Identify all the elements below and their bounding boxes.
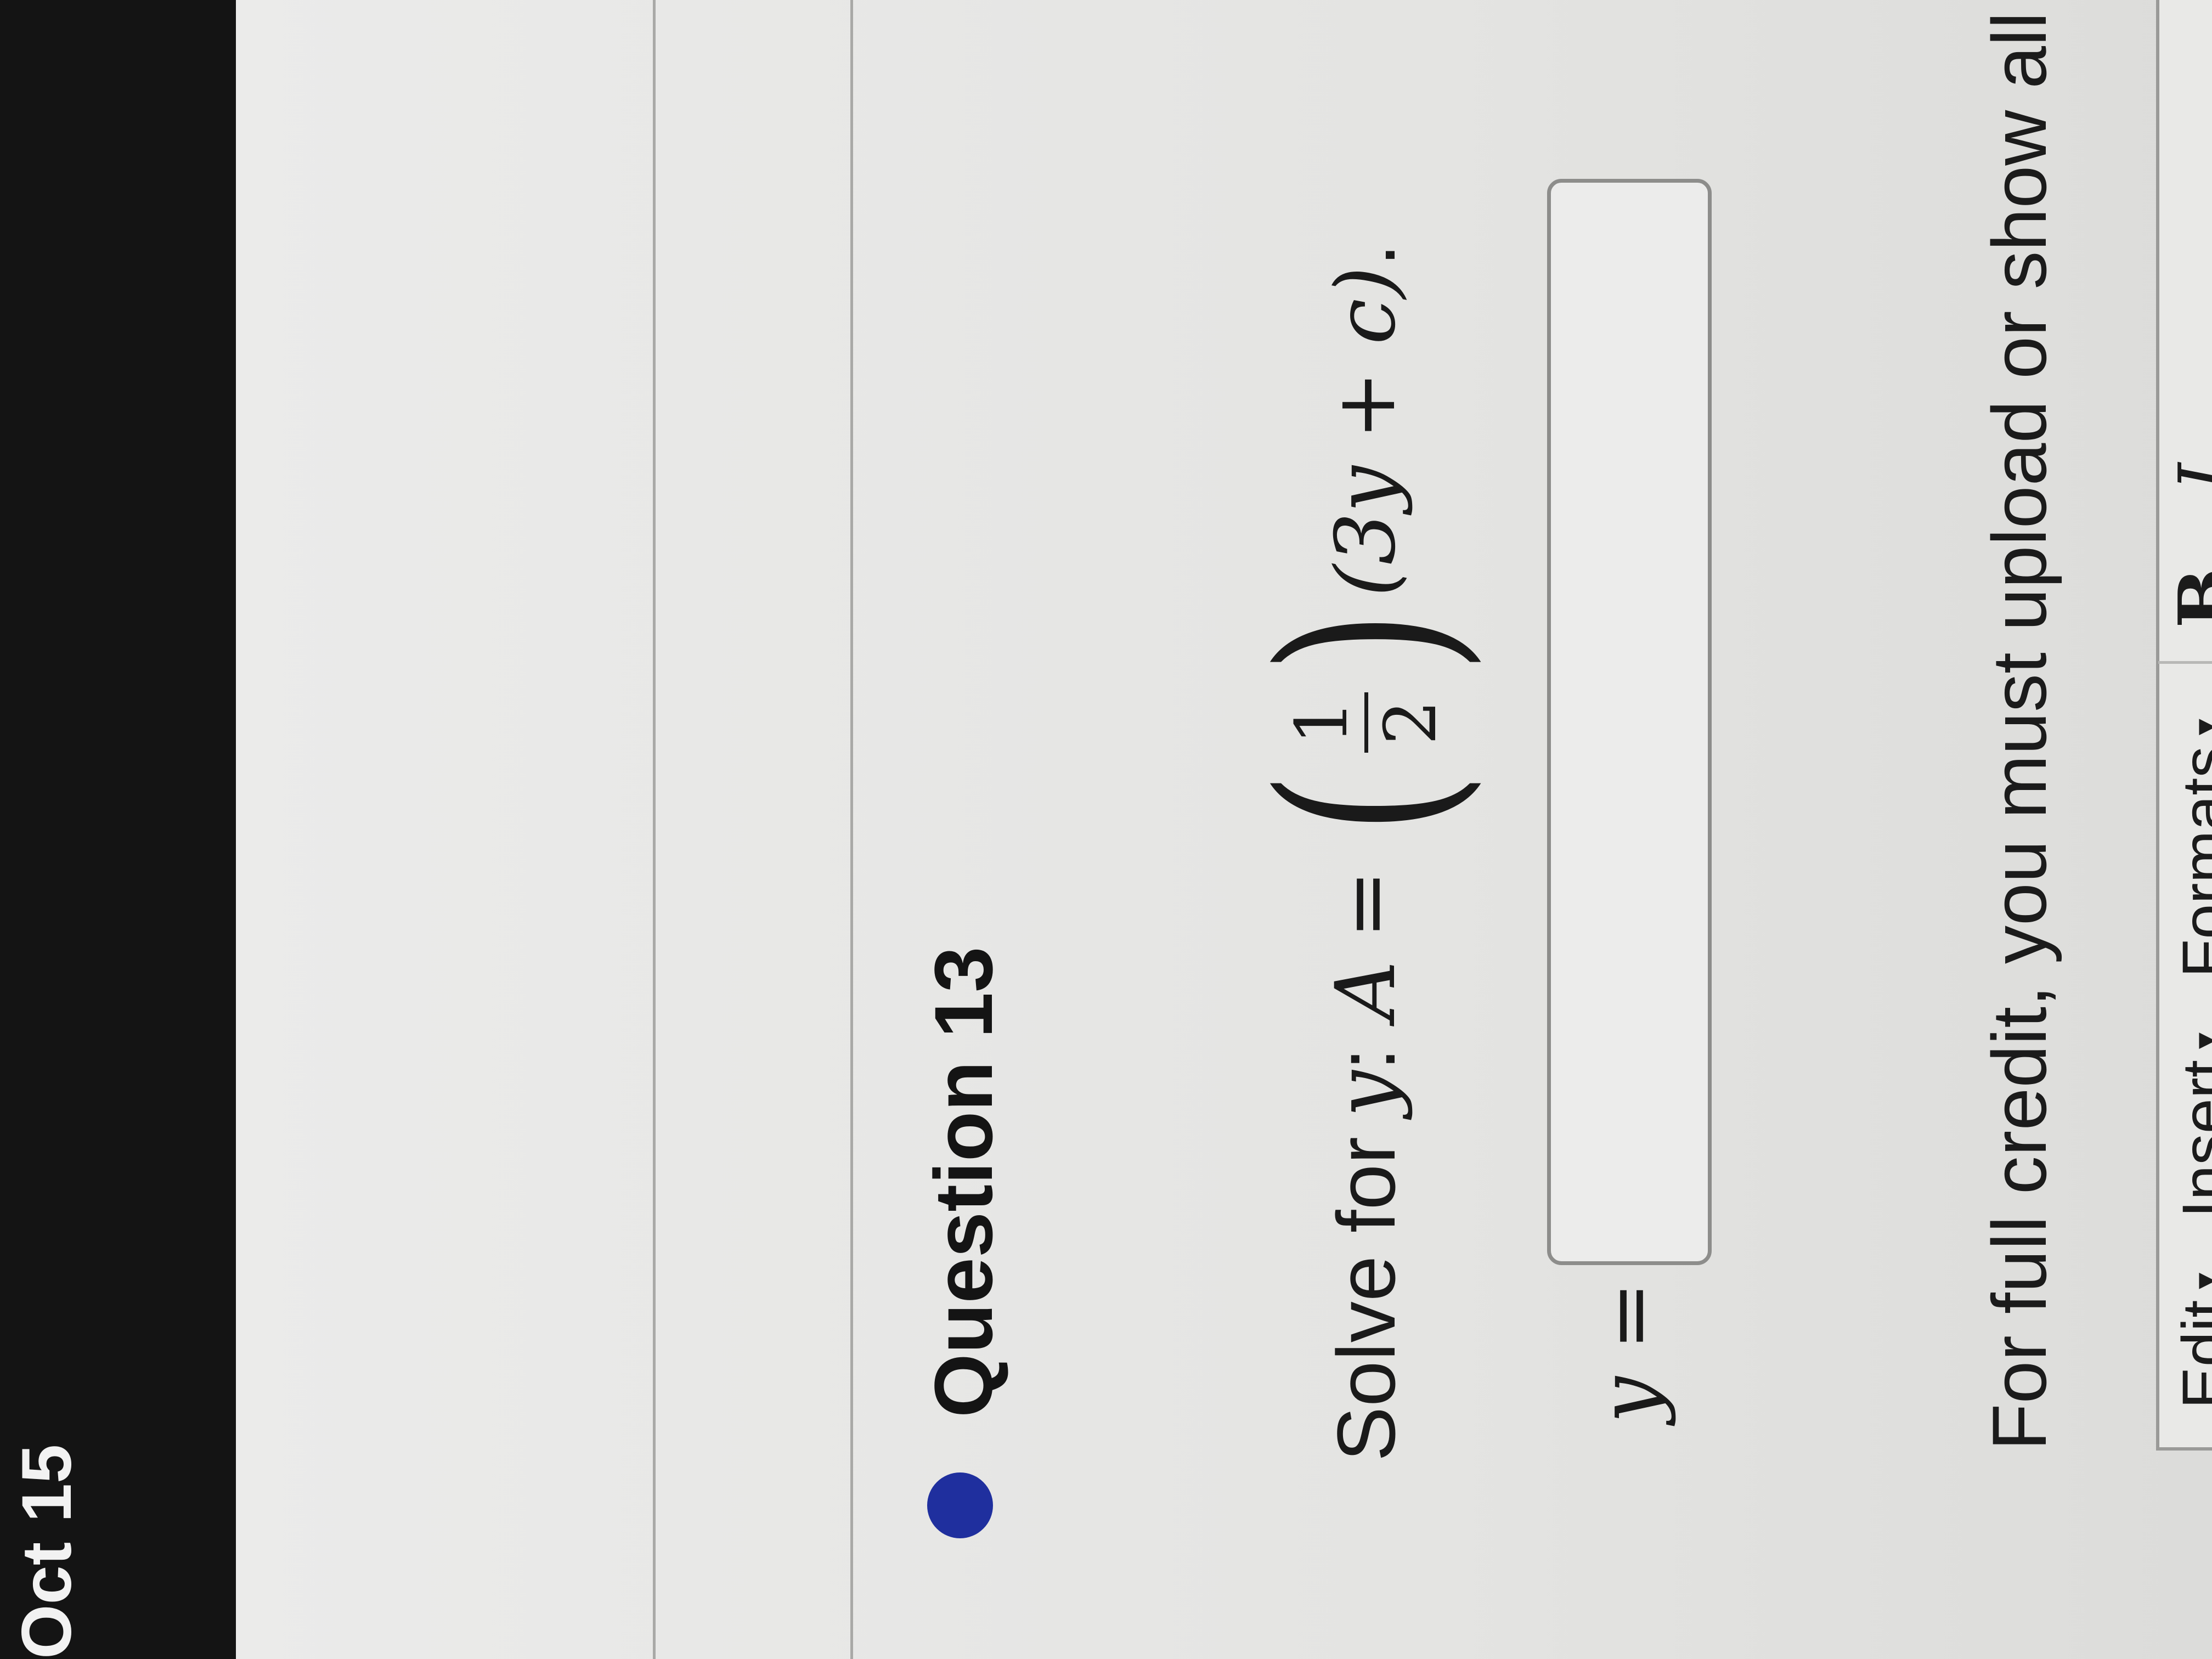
prompt-prefix: Solve for (1319, 1137, 1412, 1462)
fraction-denominator: 2 (1368, 699, 1452, 746)
divider-bottom (850, 0, 853, 1659)
paren-open: ( (1232, 771, 1500, 835)
editor-menubar: Edit ▾ Insert ▾ Formats ▾ B I (2158, 0, 2212, 1447)
equation-period: . (1319, 243, 1412, 267)
chevron-down-icon: ▾ (2186, 719, 2212, 735)
answer-input[interactable] (1547, 178, 1712, 1265)
rich-text-editor: Edit ▾ Insert ▾ Formats ▾ B I (2156, 0, 2212, 1451)
fraction: 1 2 (1279, 692, 1452, 753)
quiz-page: Question 13 Solve for y : A = ( 1 2 ) (3… (236, 0, 2212, 1659)
fraction-numerator: 1 (1279, 699, 1363, 746)
menubar-separator (2158, 661, 2212, 664)
chevron-down-icon: ▾ (2186, 1032, 2212, 1049)
chevron-down-icon: ▾ (2186, 1273, 2212, 1289)
menu-edit-label: Edit (2169, 1300, 2212, 1409)
date-label: Oct 15 (8, 1444, 86, 1659)
photo-scene: Oct 15 Question 13 Solve for y : A = ( 1 (0, 0, 2212, 1659)
answer-row: y = (1547, 178, 1712, 1423)
paren-close: ) (1232, 610, 1500, 674)
prompt-colon: : (1319, 1047, 1412, 1071)
top-status-bar: Oct 15 (0, 0, 236, 1659)
menu-edit[interactable]: Edit ▾ (2169, 1273, 2212, 1409)
answer-label: y = (1582, 1281, 1677, 1423)
question-status-dot-icon (927, 1472, 993, 1538)
question-title: Question 13 (917, 946, 1009, 1418)
divider-top (653, 0, 656, 1659)
question-prompt: Solve for y : A = ( 1 2 ) (3y + c) . (1232, 243, 1500, 1462)
instruction-text: For full credit, you must upload or show… (1976, 12, 2062, 1451)
prompt-variable: y (1318, 1070, 1414, 1118)
bold-button[interactable]: B (2163, 568, 2212, 628)
menu-insert-label: Insert (2169, 1060, 2212, 1218)
menu-formats[interactable]: Formats ▾ (2169, 719, 2212, 978)
menu-insert[interactable]: Insert ▾ (2169, 1032, 2212, 1218)
equation-lhs: A (1318, 961, 1414, 1020)
menu-formats-label: Formats (2169, 746, 2212, 978)
fraction-bar (1364, 692, 1368, 753)
equation-expression: (3y + c) (1318, 266, 1414, 597)
screen-frame: Oct 15 Question 13 Solve for y : A = ( 1 (0, 0, 2212, 1659)
equation-equals: = (1318, 870, 1414, 939)
italic-button[interactable]: I (2163, 463, 2212, 491)
